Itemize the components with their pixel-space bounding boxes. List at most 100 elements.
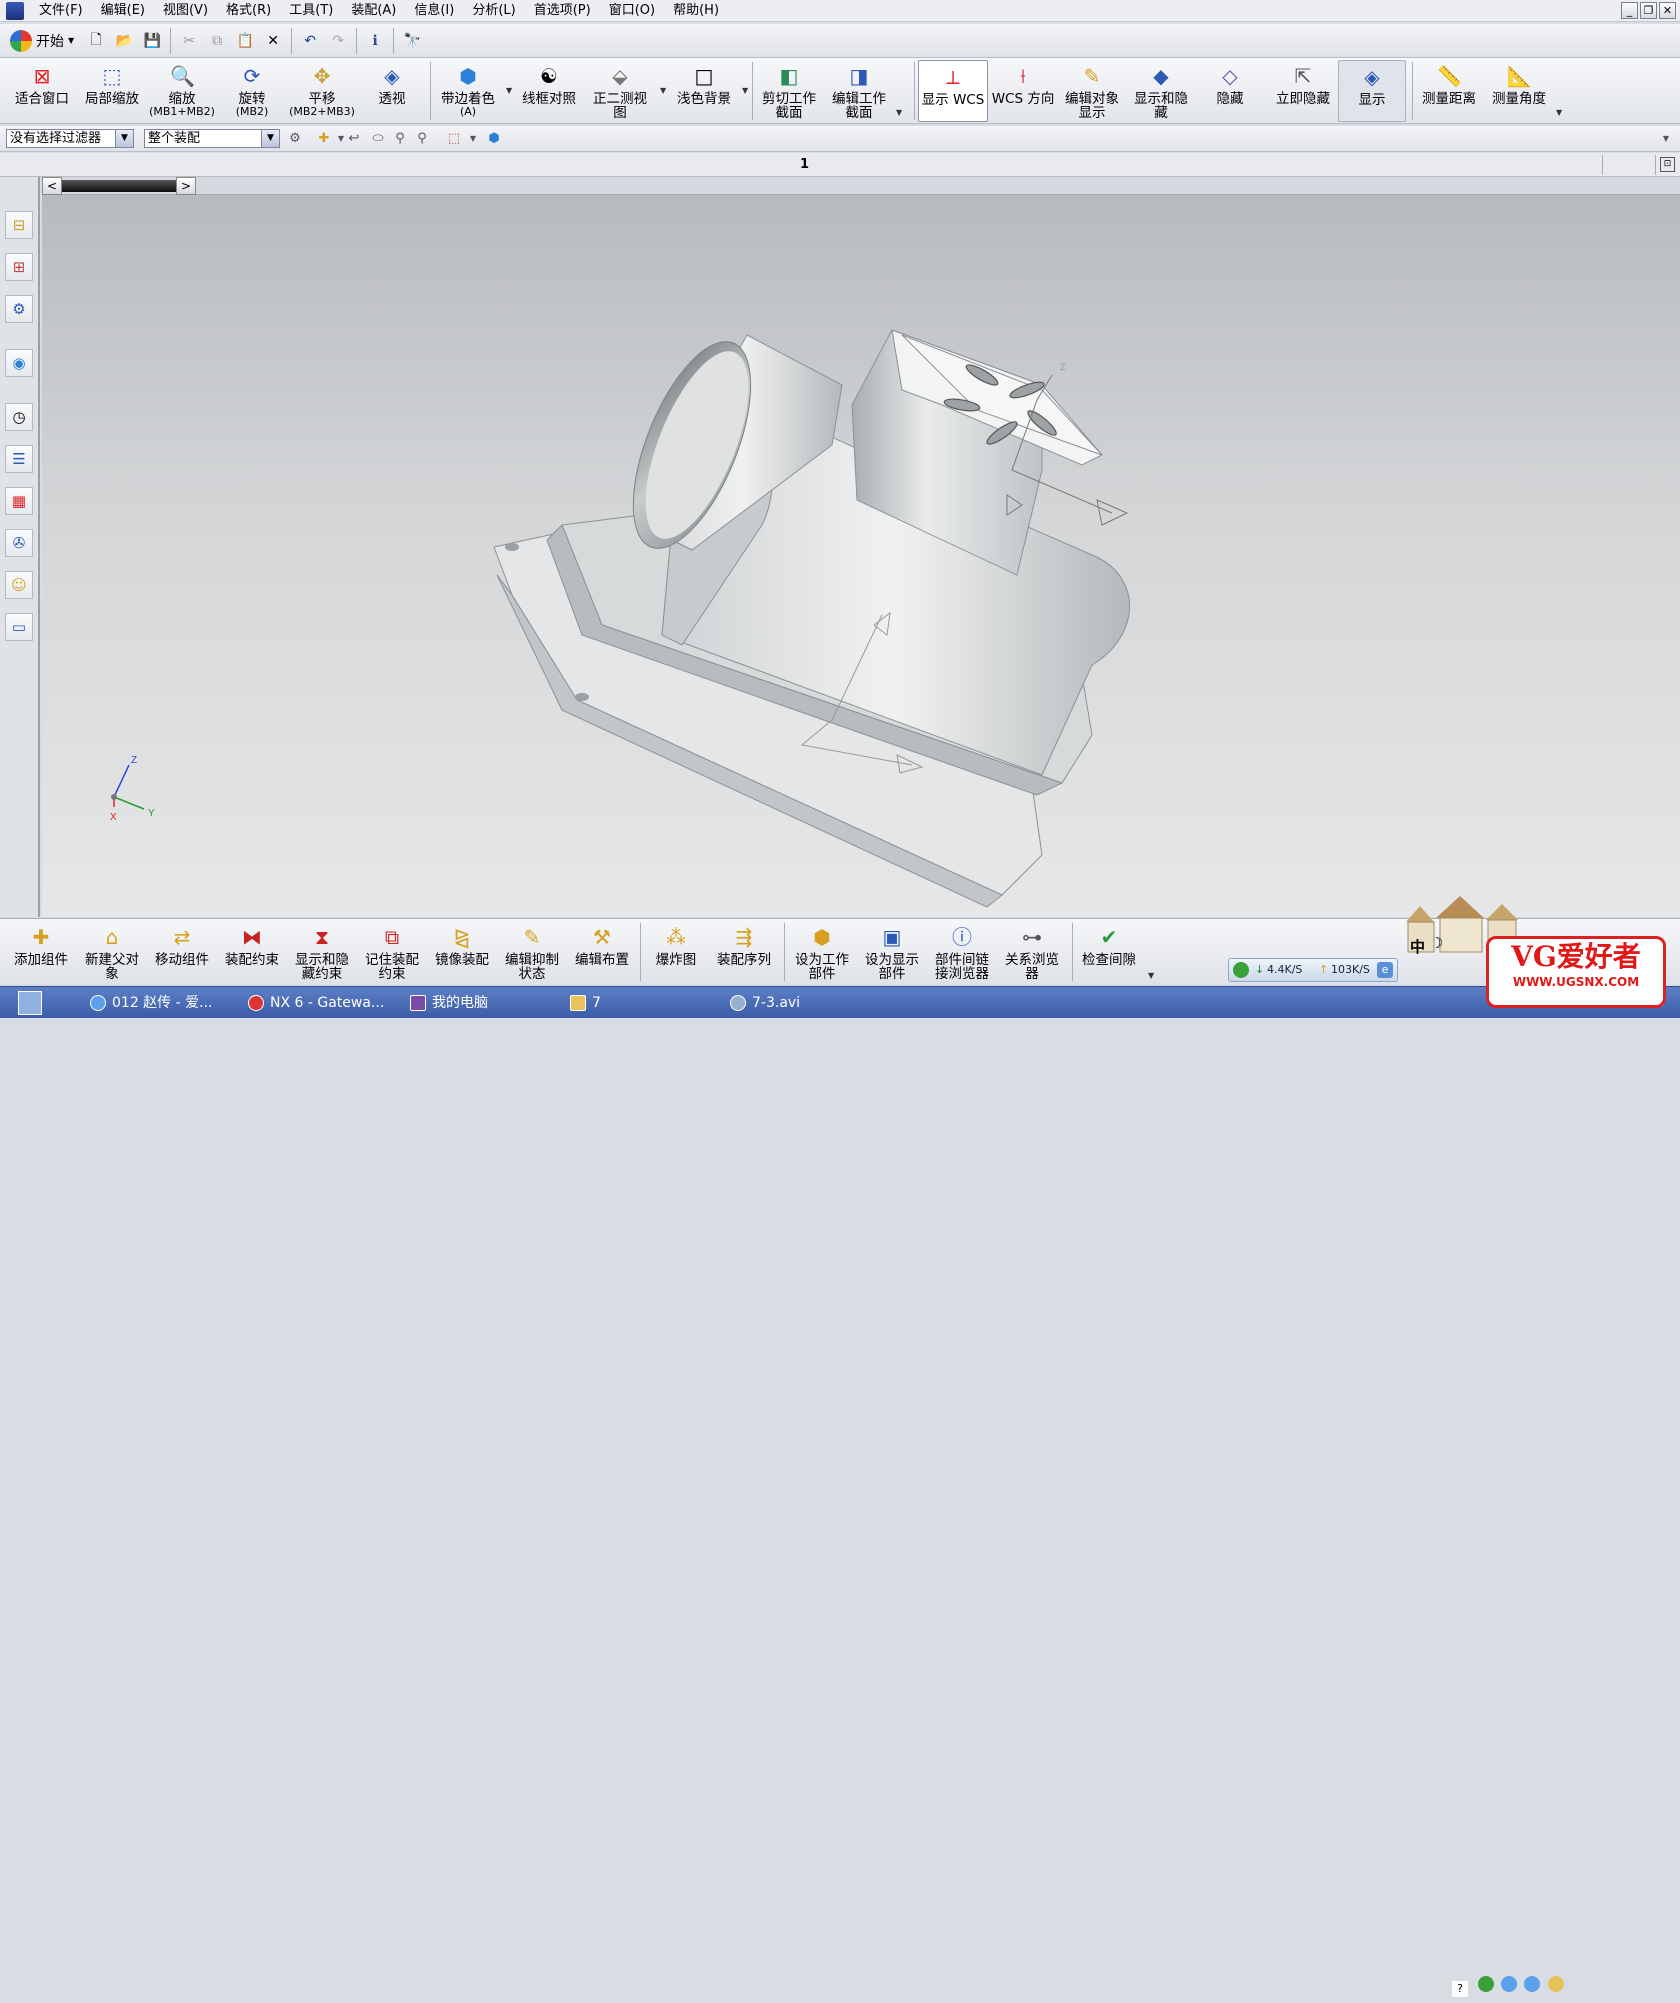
select-tool-icon[interactable]: ⚲	[392, 131, 408, 147]
assembly-navigator-icon[interactable]: ⊟	[5, 211, 33, 239]
menu-analysis[interactable]: 分析(L)	[463, 0, 524, 22]
browser-icon[interactable]: e	[1377, 962, 1393, 978]
chevron-down-icon[interactable]: ▼	[742, 86, 748, 95]
trimetric-button[interactable]: ⬙ 正二测视 图	[588, 60, 652, 122]
zoom-region-button[interactable]: ⬚ 局部缩放	[78, 60, 146, 122]
measure-distance-button[interactable]: 📏 测量距离	[1416, 60, 1482, 122]
add-component-button[interactable]: ✚ 添加组件	[6, 921, 76, 983]
wireframe-compare-button[interactable]: ☯ 线框对照	[518, 60, 580, 122]
rectangle-select-icon[interactable]: ⬚	[446, 131, 462, 147]
close-icon[interactable]: ✕	[1659, 2, 1676, 19]
constraint-navigator-icon[interactable]: ⊞	[5, 253, 33, 281]
remember-constraints-button[interactable]: ⧉ 记住装配 约束	[360, 921, 424, 983]
menu-window[interactable]: 窗口(O)	[600, 0, 664, 22]
scope-select[interactable]: 整个装配 ▼	[144, 129, 280, 148]
type-filter-select[interactable]: 没有选择过滤器 ▼	[6, 129, 134, 148]
interpart-link-browser-button[interactable]: ⓘ 部件间链 接浏览器	[930, 921, 994, 983]
measure-angle-button[interactable]: 📐 测量角度	[1486, 60, 1552, 122]
rotate-button[interactable]: ⟳ 旋转 (MB2)	[222, 60, 282, 122]
chevron-down-icon[interactable]: ▼	[1148, 971, 1154, 980]
taskbar-item-player[interactable]: 012 赵传 - 爱...	[86, 991, 212, 1015]
menu-assembly[interactable]: 装配(A)	[342, 0, 405, 22]
taskbar-item-video[interactable]: 7-3.avi	[726, 991, 800, 1015]
perspective-button[interactable]: ◈ 透视	[362, 60, 422, 122]
system-scenes-icon[interactable]: ▭	[5, 613, 33, 641]
select-tool2-icon[interactable]: ⚲	[414, 131, 430, 147]
make-displayed-part-button[interactable]: ▣ 设为显示 部件	[860, 921, 924, 983]
snap-point-icon[interactable]: ✚	[316, 131, 332, 147]
save-icon[interactable]: 💾	[138, 27, 166, 55]
info-icon[interactable]: ℹ	[361, 27, 389, 55]
chevron-down-icon[interactable]: ▼	[506, 86, 512, 95]
mirror-assembly-button[interactable]: ⧎ 镜像装配	[430, 921, 494, 983]
redo-icon[interactable]: ↷	[324, 27, 352, 55]
chevron-down-icon[interactable]: ▼	[1658, 131, 1674, 147]
shaded-with-edges-button[interactable]: ⬢ 带边着色 (A)	[436, 60, 500, 122]
taskbar-item-my-computer[interactable]: 我的电脑	[406, 991, 488, 1015]
tray-icon[interactable]	[1478, 1976, 1495, 1992]
edit-arrangement-button[interactable]: ⚒ 编辑布置	[570, 921, 634, 983]
display-wcs-button[interactable]: ⟂ 显示 WCS	[918, 60, 988, 122]
cut-icon[interactable]: ✂	[175, 27, 203, 55]
restore-icon[interactable]: ❐	[1640, 2, 1657, 19]
fit-button[interactable]: ⊠ 适合窗口	[10, 60, 74, 122]
copy-icon[interactable]: ⧉	[203, 27, 231, 55]
check-clearance-button[interactable]: ✔ 检查间隙	[1076, 921, 1142, 983]
menu-format[interactable]: 格式(R)	[217, 0, 280, 22]
tray-icon[interactable]	[1501, 1976, 1518, 1992]
assembly-sequence-button[interactable]: ⇶ 装配序列	[712, 921, 776, 983]
taskbar-item-folder[interactable]: 7	[566, 991, 601, 1015]
web-browser-icon[interactable]: ◉	[5, 349, 33, 377]
chevron-down-icon[interactable]: ▼	[465, 131, 481, 147]
start-button[interactable]: 开始 ▼	[6, 27, 82, 55]
menu-edit[interactable]: 编辑(E)	[92, 0, 154, 22]
hide-button[interactable]: ◇ 隐藏	[1202, 60, 1258, 122]
scroll-thumb[interactable]	[62, 180, 176, 192]
minimize-icon[interactable]: _	[1621, 2, 1638, 19]
new-file-icon[interactable]: 🗋	[82, 27, 110, 55]
help-icon[interactable]: ?	[1452, 1981, 1468, 1997]
curve-rule-icon[interactable]: ↩	[346, 131, 362, 147]
chevron-down-icon[interactable]: ▼	[896, 108, 902, 117]
face-rule-icon[interactable]: ⬭	[370, 131, 386, 147]
menu-preferences[interactable]: 首选项(P)	[525, 0, 600, 22]
menu-view[interactable]: 视图(V)	[154, 0, 217, 22]
new-parent-button[interactable]: ⌂ 新建父对 象	[80, 921, 144, 983]
chevron-down-icon[interactable]: ▼	[1556, 108, 1562, 117]
settings-gear-icon[interactable]: ⚙	[287, 131, 303, 147]
select-cube-icon[interactable]: ⬢	[486, 131, 502, 147]
fit-view-icon[interactable]: ⊡	[1660, 157, 1675, 172]
edit-object-display-button[interactable]: ✎ 编辑对象 显示	[1060, 60, 1124, 122]
paste-icon[interactable]: 📋	[231, 27, 259, 55]
exploded-view-button[interactable]: ⁂ 爆炸图	[646, 921, 706, 983]
show-hide-button[interactable]: ◆ 显示和隐 藏	[1130, 60, 1192, 122]
pan-button[interactable]: ✥ 平移 (MB2+MB3)	[286, 60, 358, 122]
tray-icon[interactable]	[1547, 1976, 1564, 1992]
edit-section-button[interactable]: ◨ 编辑工作 截面	[826, 60, 892, 122]
menu-help[interactable]: 帮助(H)	[664, 0, 728, 22]
open-folder-icon[interactable]: 📂	[110, 27, 138, 55]
wcs-orient-button[interactable]: ⟊ WCS 方向	[992, 60, 1055, 122]
relations-browser-button[interactable]: ⊶ 关系浏览 器	[1000, 921, 1064, 983]
assembly-constraints-button[interactable]: ⧓ 装配约束	[220, 921, 284, 983]
delete-icon[interactable]: ✕	[259, 27, 287, 55]
part-navigator-icon[interactable]: ⚙	[5, 295, 33, 323]
menu-file[interactable]: 文件(F)	[30, 0, 92, 22]
scroll-left-icon[interactable]: <	[42, 177, 62, 195]
scroll-right-icon[interactable]: >	[176, 177, 196, 195]
binoculars-icon[interactable]: 🔭	[398, 27, 426, 55]
desktop-icon[interactable]	[18, 991, 42, 1015]
menu-info[interactable]: 信息(I)	[405, 0, 463, 22]
immediate-hide-button[interactable]: ⇱ 立即隐藏	[1268, 60, 1338, 122]
history-clock-icon[interactable]: ◷	[5, 403, 33, 431]
reuse-library-icon[interactable]: ☰	[5, 445, 33, 473]
show-button[interactable]: ◈ 显示	[1338, 60, 1406, 122]
menu-tools[interactable]: 工具(T)	[280, 0, 342, 22]
graphics-window[interactable]: Z Z X Y	[42, 195, 1680, 917]
roles-icon[interactable]: ☺	[5, 571, 33, 599]
taskbar-item-nx[interactable]: NX 6 - Gatewa...	[244, 991, 384, 1015]
process-studio-icon[interactable]: ✇	[5, 529, 33, 557]
edit-suppression-button[interactable]: ✎ 编辑抑制 状态	[500, 921, 564, 983]
show-hide-constraints-button[interactable]: ⧗ 显示和隐 藏约束	[290, 921, 354, 983]
palette-icon[interactable]: ▦	[5, 487, 33, 515]
